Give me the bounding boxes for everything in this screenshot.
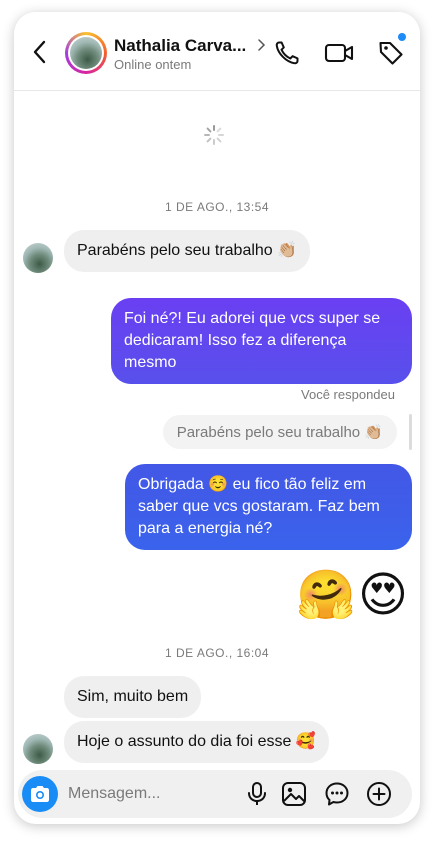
message-composer[interactable]: Mensagem...: [18, 770, 412, 818]
chat-screen: Nathalia Carva... Online ontem 1 DE AGO.…: [14, 12, 420, 824]
chat-header: Nathalia Carva... Online ontem: [14, 12, 420, 91]
timestamp: 1 DE AGO., 13:54: [164, 200, 270, 214]
emoji-message[interactable]: 🤗😍: [296, 568, 410, 624]
avatar[interactable]: [23, 243, 53, 273]
outgoing-message[interactable]: Obrigada ☺️ eu fico tão feliz em saber q…: [125, 464, 412, 550]
incoming-message[interactable]: Hoje o assunto do dia foi esse 🥰: [64, 721, 329, 763]
chat-bubble-icon[interactable]: [324, 781, 350, 807]
message-input[interactable]: Mensagem...: [68, 785, 160, 803]
timestamp: 1 DE AGO., 16:04: [164, 646, 270, 660]
chevron-right-icon[interactable]: [256, 38, 266, 52]
phone-icon[interactable]: [273, 39, 301, 67]
avatar[interactable]: [23, 734, 53, 764]
plus-circle-icon[interactable]: [366, 781, 392, 807]
video-camera-icon[interactable]: [324, 39, 354, 67]
incoming-message[interactable]: Parabéns pelo seu trabalho 👏🏼: [64, 230, 311, 272]
reply-indicator-bar: [409, 414, 412, 450]
camera-icon: [31, 786, 49, 802]
spinner-icon: [204, 125, 224, 145]
reply-label: Você respondeu: [301, 387, 395, 402]
contact-status: Online ontem: [114, 57, 192, 72]
contact-avatar[interactable]: [65, 32, 107, 74]
microphone-icon[interactable]: [244, 781, 270, 807]
incoming-message[interactable]: Sim, muito bem: [64, 676, 202, 718]
chevron-left-icon[interactable]: [30, 38, 50, 66]
contact-name[interactable]: Nathalia Carva...: [114, 36, 246, 56]
quoted-message[interactable]: Parabéns pelo seu trabalho 👏🏼: [162, 415, 397, 449]
unread-indicator: [398, 33, 406, 41]
camera-button[interactable]: [22, 776, 58, 812]
outgoing-message[interactable]: Foi né?! Eu adorei que vcs super se dedi…: [111, 298, 412, 384]
tag-icon[interactable]: [377, 39, 405, 67]
image-icon[interactable]: [281, 781, 307, 807]
